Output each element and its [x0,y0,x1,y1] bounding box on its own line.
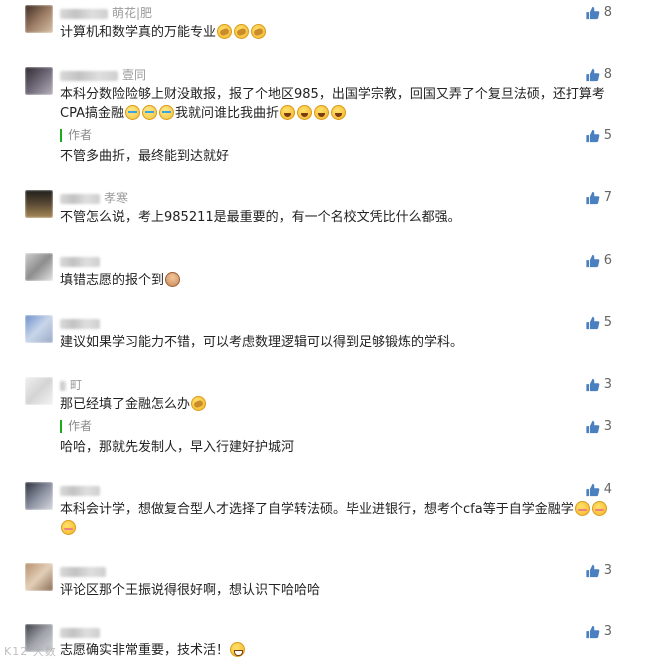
tear-emoji [141,105,157,120]
person-raising-hand-emoji [165,272,181,287]
facepalm-emoji [234,24,250,39]
thumbs-up-icon [586,191,600,204]
thumbs-up-icon [586,6,600,19]
comment-text: 建议如果学习能力不错，可以考虑数理逻辑可以得到足够锻炼的学科。 [60,335,464,350]
like-button[interactable]: 5 [585,128,612,143]
avatar[interactable] [25,482,53,510]
like-button[interactable]: 3 [585,563,612,578]
thumbs-up-icon [586,420,600,433]
avatar[interactable] [25,563,53,591]
username-text: 町 [70,378,83,392]
comment-text: 填错志愿的报个到 [60,271,615,290]
username[interactable]: 萌花|肥 [60,7,152,19]
comment-text: 计算机和数学真的万能专业 [60,23,615,42]
like-count: 3 [603,419,612,434]
comment-text-main: 志愿确实非常重要，技术活！ [60,643,230,658]
thumbs-up-icon [586,378,600,391]
username[interactable] [60,255,104,267]
comment-text: 本科分数险险够上财没敢报，报了个地区985，出国学宗教，回国又弄了个复旦法硕，还… [60,85,615,123]
author-reply-tag: 作者 [60,420,92,433]
username[interactable] [60,484,104,496]
facepalm-emoji [191,396,207,411]
comment-text-main: 那已经填了金融怎么办 [60,397,191,412]
like-count: 4 [603,482,612,497]
shy-smile-emoji [574,501,590,516]
thumbs-up-icon [586,129,600,142]
like-button[interactable]: 6 [585,253,612,268]
avatar[interactable] [25,253,53,281]
username[interactable] [60,626,104,638]
like-button[interactable]: 8 [585,67,612,82]
comment-text-main: 计算机和数学真的万能专业 [60,25,217,40]
like-button[interactable]: 5 [585,315,612,330]
thumbs-up-icon [586,316,600,329]
thumbs-up-icon [586,483,600,496]
thumbs-up-icon [586,254,600,267]
avatar[interactable] [25,190,53,218]
username-text: 壹同 [122,68,147,82]
like-count: 5 [603,128,612,143]
comment-text: 志愿确实非常重要，技术活！ [60,641,615,660]
avatar[interactable] [25,67,53,95]
like-button[interactable]: 8 [585,5,612,20]
laugh-emoji [331,105,346,120]
laugh-emoji [280,105,295,120]
thumbs-up-icon [586,68,600,81]
avatar[interactable] [25,377,53,405]
comment-text-main: 填错志愿的报个到 [60,273,165,288]
username[interactable]: 町 [60,379,82,391]
tear-emoji [124,105,140,120]
facepalm-emoji [217,24,233,39]
comment-feed: 萌花|肥 计算机和数学真的万能专业 8 壹同 本科分数险险够上财没敢报，报了个地… [0,0,658,665]
watermark: K12 大数 [4,645,57,658]
like-count: 5 [603,315,612,330]
like-count: 3 [603,377,612,392]
author-reply-text: 哈哈，那就先发制人，早入行建好护城河 [60,440,295,455]
avatar[interactable] [25,315,53,343]
username[interactable] [60,317,104,329]
like-count: 3 [603,563,612,578]
like-button[interactable]: 3 [585,377,612,392]
like-button[interactable]: 4 [585,482,612,497]
shy-smile-emoji [591,501,607,516]
username-text: 萌花|肥 [112,6,153,20]
username[interactable]: 孝寒 [60,192,128,204]
author-reply-tag: 作者 [60,129,92,142]
comment-text: 那已经填了金融怎么办 [60,395,615,414]
like-count: 8 [603,67,612,82]
facepalm-emoji [251,24,267,39]
comment-text: 本科会计学，想做复合型人才选择了自学转法硕。毕业进银行，想考个cfa等于自学金融… [60,500,615,538]
comment-text-main: 本科会计学，想做复合型人才选择了自学转法硕。毕业进银行，想考个cfa等于自学金融… [60,502,574,517]
author-reply-text: 不管多曲折，最终能到达就好 [60,149,230,164]
grin-emoji [230,642,246,657]
username[interactable]: 壹同 [60,69,146,81]
username-text: 孝寒 [104,191,129,205]
comment-text: 评论区那个王振说得很好啊，想认识下哈哈哈 [60,583,321,598]
thumbs-up-icon [586,564,600,577]
like-count: 8 [603,5,612,20]
tear-emoji [158,105,174,120]
username[interactable] [60,565,110,577]
like-button[interactable]: 7 [585,190,612,205]
laugh-emoji [314,105,329,120]
avatar[interactable] [25,5,53,33]
comment-text-cont: 我就问谁比我曲折 [174,106,279,121]
like-count: 7 [603,190,612,205]
like-button[interactable]: 3 [585,624,612,639]
thumbs-up-icon [586,625,600,638]
like-count: 3 [603,624,612,639]
shy-smile-emoji [61,520,76,535]
laugh-emoji [297,105,312,120]
like-button[interactable]: 3 [585,419,612,434]
comment-text: 不管怎么说，考上985211是最重要的，有一个名校文凭比什么都强。 [60,210,461,225]
like-count: 6 [603,253,612,268]
